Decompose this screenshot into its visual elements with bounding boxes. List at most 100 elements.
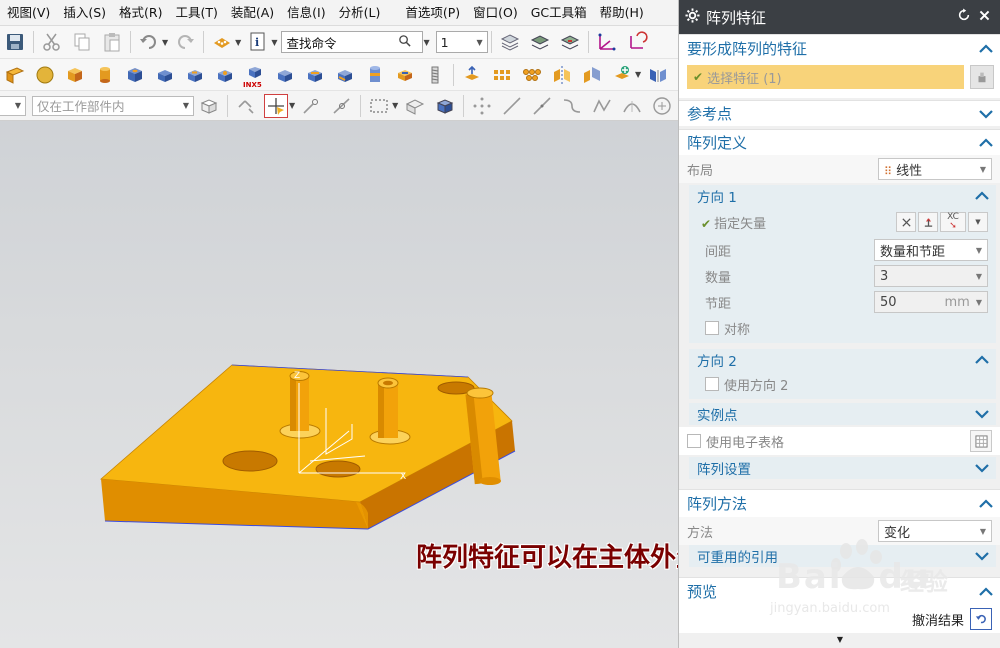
line-snap-alt-icon[interactable]	[530, 94, 554, 118]
chevron-down-icon[interactable]	[974, 460, 990, 476]
type-filter-select[interactable]: ▼	[0, 95, 26, 116]
layer-settings-icon[interactable]	[498, 30, 522, 54]
menu-insert[interactable]: 插入(S)	[56, 0, 112, 26]
graphics-window[interactable]: X Z 阵列特征可以在主体外生成	[0, 121, 678, 648]
point-snap-icon[interactable]	[470, 94, 494, 118]
subsection-direction2[interactable]: 方向 2	[689, 349, 996, 371]
block-icon[interactable]	[63, 63, 87, 87]
method-select[interactable]: 变化 ▼	[878, 520, 992, 542]
extrude-icon[interactable]	[3, 63, 27, 87]
mid-point-icon[interactable]	[330, 94, 354, 118]
menu-window[interactable]: 窗口(O)	[466, 0, 524, 26]
info-dropdown-icon[interactable]: ▼	[271, 38, 277, 47]
spreadsheet-icon[interactable]	[970, 430, 992, 452]
body-select-icon[interactable]	[433, 94, 457, 118]
subsection-instance-points[interactable]: 实例点	[689, 403, 996, 425]
polyline-snap-icon[interactable]	[590, 94, 614, 118]
command-finder[interactable]	[281, 31, 424, 53]
boss-icon[interactable]	[153, 63, 177, 87]
wcs-origin-icon[interactable]	[625, 30, 649, 54]
menu-info[interactable]: 信息(I)	[280, 0, 331, 26]
chevron-down-icon[interactable]	[974, 406, 990, 422]
work-layer-select[interactable]: 1 ▼	[435, 31, 488, 53]
section-reference-point[interactable]: 参考点	[679, 100, 1000, 126]
menu-analysis[interactable]: 分析(L)	[332, 0, 387, 26]
offset-face-icon[interactable]	[460, 63, 484, 87]
center-snap-icon[interactable]	[650, 94, 674, 118]
rectangle-dropdown-icon[interactable]: ▼	[392, 101, 398, 110]
menu-gc-toolbox[interactable]: GC工具箱	[524, 0, 593, 26]
xc-vector-button[interactable]: XC ➘	[940, 212, 966, 232]
section-features[interactable]: 要形成阵列的特征	[679, 34, 1000, 62]
use-direction2-checkbox[interactable]	[705, 377, 719, 391]
section-pattern-method[interactable]: 阵列方法	[679, 489, 1000, 517]
emboss-icon[interactable]	[273, 63, 297, 87]
chevron-down-icon[interactable]	[978, 106, 994, 122]
hole-icon[interactable]	[123, 63, 147, 87]
gear-icon[interactable]	[685, 7, 700, 27]
sew-icon[interactable]	[646, 63, 670, 87]
selection-filter-icon[interactable]	[210, 30, 234, 54]
cut-icon[interactable]	[40, 30, 64, 54]
menu-tools[interactable]: 工具(T)	[168, 0, 223, 26]
slot-icon[interactable]	[303, 63, 327, 87]
menu-assembly[interactable]: 装配(A)	[224, 0, 280, 26]
chevron-up-icon[interactable]	[974, 188, 990, 204]
filter-dropdown-icon[interactable]: ▼	[235, 38, 241, 47]
pocket-icon[interactable]	[183, 63, 207, 87]
layout-select[interactable]: ⠿ 线性 ▼	[878, 158, 992, 180]
undo-icon[interactable]	[137, 30, 161, 54]
save-icon[interactable]	[3, 30, 27, 54]
symmetric-checkbox[interactable]	[705, 321, 719, 335]
search-dropdown-icon[interactable]: ▼	[423, 38, 429, 47]
groove-icon[interactable]	[333, 63, 357, 87]
redo-icon[interactable]	[173, 30, 197, 54]
copy-to-layer-icon[interactable]	[558, 30, 582, 54]
face-select-icon[interactable]	[403, 94, 427, 118]
undo-dropdown-icon[interactable]: ▼	[162, 38, 168, 47]
cylinder-icon[interactable]	[93, 63, 117, 87]
subsection-pattern-settings[interactable]: 阵列设置	[689, 457, 996, 479]
mirror-feature-icon[interactable]	[550, 63, 574, 87]
section-pattern-definition[interactable]: 阵列定义	[679, 129, 1000, 155]
spacing-select[interactable]: 数量和节距 ▼	[874, 239, 988, 261]
search-icon[interactable]	[398, 34, 412, 51]
pad-icon[interactable]	[213, 63, 237, 87]
menu-view[interactable]: 视图(V)	[0, 0, 56, 26]
menu-format[interactable]: 格式(R)	[112, 0, 168, 26]
selection-scope-select[interactable]: 仅在工作部件内 ▼	[32, 95, 194, 116]
rectangle-select-icon[interactable]	[367, 94, 391, 118]
subsection-direction1[interactable]: 方向 1	[689, 185, 996, 207]
pattern-feature-icon[interactable]	[490, 63, 514, 87]
arc-snap-icon[interactable]	[620, 94, 644, 118]
vector-dialog-button[interactable]	[918, 212, 938, 232]
snap-point-icon[interactable]	[234, 94, 258, 118]
reset-icon[interactable]	[954, 8, 974, 26]
dialog-expand-icon[interactable]: ▼	[679, 635, 1000, 644]
chevron-up-icon[interactable]	[974, 352, 990, 368]
sphere-icon[interactable]	[33, 63, 57, 87]
chevron-up-icon[interactable]	[978, 41, 994, 57]
menu-preferences[interactable]: 首选项(P)	[398, 0, 466, 26]
pattern-geometry-icon[interactable]	[520, 63, 544, 87]
chevron-down-icon[interactable]	[974, 548, 990, 564]
entire-assembly-icon[interactable]	[197, 94, 221, 118]
chevron-up-icon[interactable]	[978, 496, 994, 512]
snap-dropdown-icon[interactable]: ▼	[289, 101, 295, 110]
select-feature-field[interactable]: ✔ 选择特征 (1)	[687, 65, 964, 89]
section-preview[interactable]: 预览	[679, 577, 1000, 605]
menu-help[interactable]: 帮助(H)	[593, 0, 650, 26]
undo-result-button[interactable]	[970, 608, 992, 630]
curve-snap-icon[interactable]	[560, 94, 584, 118]
chevron-up-icon[interactable]	[978, 135, 994, 151]
move-to-layer-icon[interactable]	[528, 30, 552, 54]
line-snap-icon[interactable]	[500, 94, 524, 118]
command-search-input[interactable]	[286, 34, 399, 50]
close-icon[interactable]	[974, 8, 994, 26]
extract-dropdown-icon[interactable]: ▼	[635, 70, 641, 79]
dart-icon[interactable]	[393, 63, 417, 87]
cylinder-groove-icon[interactable]	[363, 63, 387, 87]
inx5-icon[interactable]: INX5	[243, 63, 267, 89]
extract-geometry-icon[interactable]	[610, 63, 634, 87]
vector-type-dropdown[interactable]: ▼	[968, 212, 988, 232]
